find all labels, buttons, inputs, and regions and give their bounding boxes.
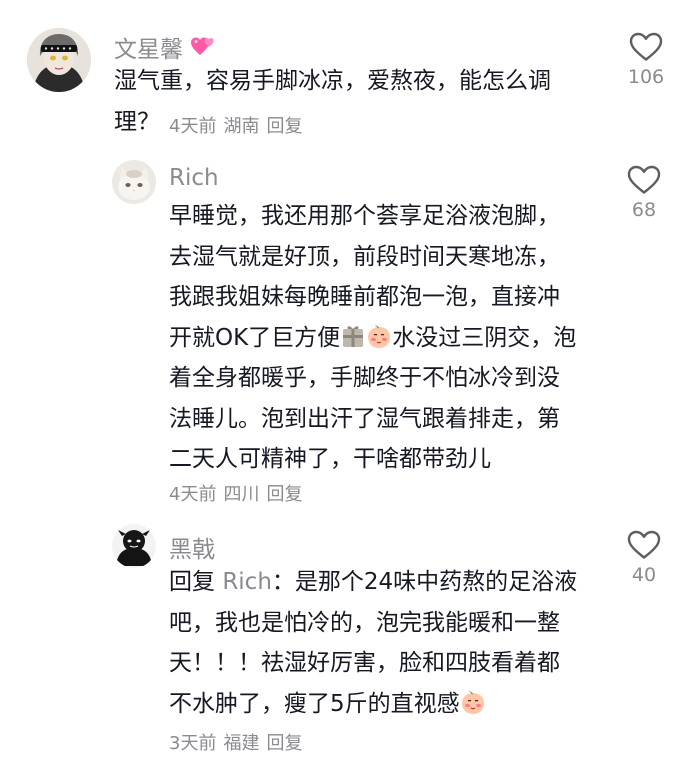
comment-username[interactable]: 文星馨 xyxy=(114,30,214,64)
comment-line-part: ：是那个24味中药熬的足浴液 xyxy=(271,569,578,595)
comment-time: 4天前 xyxy=(169,116,217,137)
comment-location: 湖南 xyxy=(223,116,260,137)
black-figure-avatar-icon xyxy=(112,524,156,568)
comment-line: 吧，我也是怕冷的，泡完我能暖和一整 xyxy=(169,609,560,636)
gift-emoji-icon xyxy=(340,323,366,349)
comment-text: 回复 Rich：是那个24味中药熬的足浴液 吧，我也是怕冷的，泡完我能暖和一整 … xyxy=(169,562,609,724)
comment-time: 4天前 xyxy=(169,484,217,505)
comment-text: 早睡觉，我还用那个荟享足浴液泡脚， 去湿气就是好顶，前段时间天寒地冻， 我跟我姐… xyxy=(169,196,599,480)
comment-line: 着全身都暖乎，手脚终于不怕冰冷到没 xyxy=(169,365,560,391)
comment-line-part: 水没过三阴交，泡 xyxy=(392,324,577,351)
comment-line-part: 不水肿了，瘦了5斤的直视感 xyxy=(169,690,460,717)
comment-line: 天！！！祛湿好厉害，脸和四肢看着都 xyxy=(169,650,560,676)
heart-outline-icon[interactable] xyxy=(627,530,661,560)
avatar[interactable] xyxy=(112,524,156,568)
comment-time: 3天前 xyxy=(169,733,217,754)
comment-location: 四川 xyxy=(223,484,260,505)
reply-to-username[interactable]: Rich xyxy=(222,569,272,595)
avatar[interactable] xyxy=(112,160,156,204)
comment-meta: 4天前 四川 回复 xyxy=(169,480,309,506)
reply-button[interactable]: 回复 xyxy=(266,116,302,137)
username-text[interactable]: Rich xyxy=(169,165,219,191)
like-button[interactable]: 40 xyxy=(614,530,674,586)
like-button[interactable]: 68 xyxy=(614,165,674,221)
comment-username[interactable]: 黑戟 xyxy=(169,530,215,564)
like-count: 68 xyxy=(631,199,657,221)
cat-avatar-icon xyxy=(112,160,156,204)
avatar[interactable] xyxy=(27,28,91,92)
comment-line: 早睡觉，我还用那个荟享足浴液泡脚， xyxy=(169,203,560,229)
comment-line: 开就OK了巨方便 水没过三阴交，泡 xyxy=(169,318,599,359)
reply-button[interactable]: 回复 xyxy=(266,484,302,505)
username-text[interactable]: 黑戟 xyxy=(169,537,215,563)
user-avatar-icon xyxy=(27,28,91,92)
reply-prefix: 回复 xyxy=(169,569,215,595)
comment-line: 回复 Rich：是那个24味中药熬的足浴液 xyxy=(169,562,609,603)
heart-outline-icon[interactable] xyxy=(627,165,661,195)
comment-meta: 4天前 湖南 回复 xyxy=(169,112,309,138)
blush-emoji-icon xyxy=(366,323,392,349)
comment-meta: 3天前 福建 回复 xyxy=(169,729,309,755)
blush-emoji-icon xyxy=(460,689,486,715)
comment-username[interactable]: Rich xyxy=(169,165,219,191)
like-count: 40 xyxy=(631,564,657,586)
like-count: 106 xyxy=(627,66,665,88)
comment-thread: 文星馨 湿气重，容易手脚冰凉，爱熬夜，能怎么调理？ 4天前湖南回复 106 xyxy=(0,0,690,774)
comment-location: 福建 xyxy=(223,733,260,754)
comment-line: 去湿气就是好顶，前段时间天寒地冻， xyxy=(169,243,560,270)
heart-outline-icon[interactable] xyxy=(629,32,663,62)
like-button[interactable]: 106 xyxy=(616,32,676,88)
comment-line: 法睡儿。泡到出汗了湿气跟着排走，第 xyxy=(169,405,560,432)
comment-line: 二天人可精神了，干啥都带劲儿 xyxy=(169,446,491,472)
hearts-emoji-icon xyxy=(190,35,214,57)
comment-line-part: 开就OK了巨方便 xyxy=(169,324,341,351)
username-text[interactable]: 文星馨 xyxy=(114,37,183,63)
comment-line: 我跟我姐妹每晚睡前都泡一泡，直接冲 xyxy=(169,284,560,310)
reply-button[interactable]: 回复 xyxy=(266,733,302,754)
comment-line: 不水肿了，瘦了5斤的直视感 xyxy=(169,684,609,725)
